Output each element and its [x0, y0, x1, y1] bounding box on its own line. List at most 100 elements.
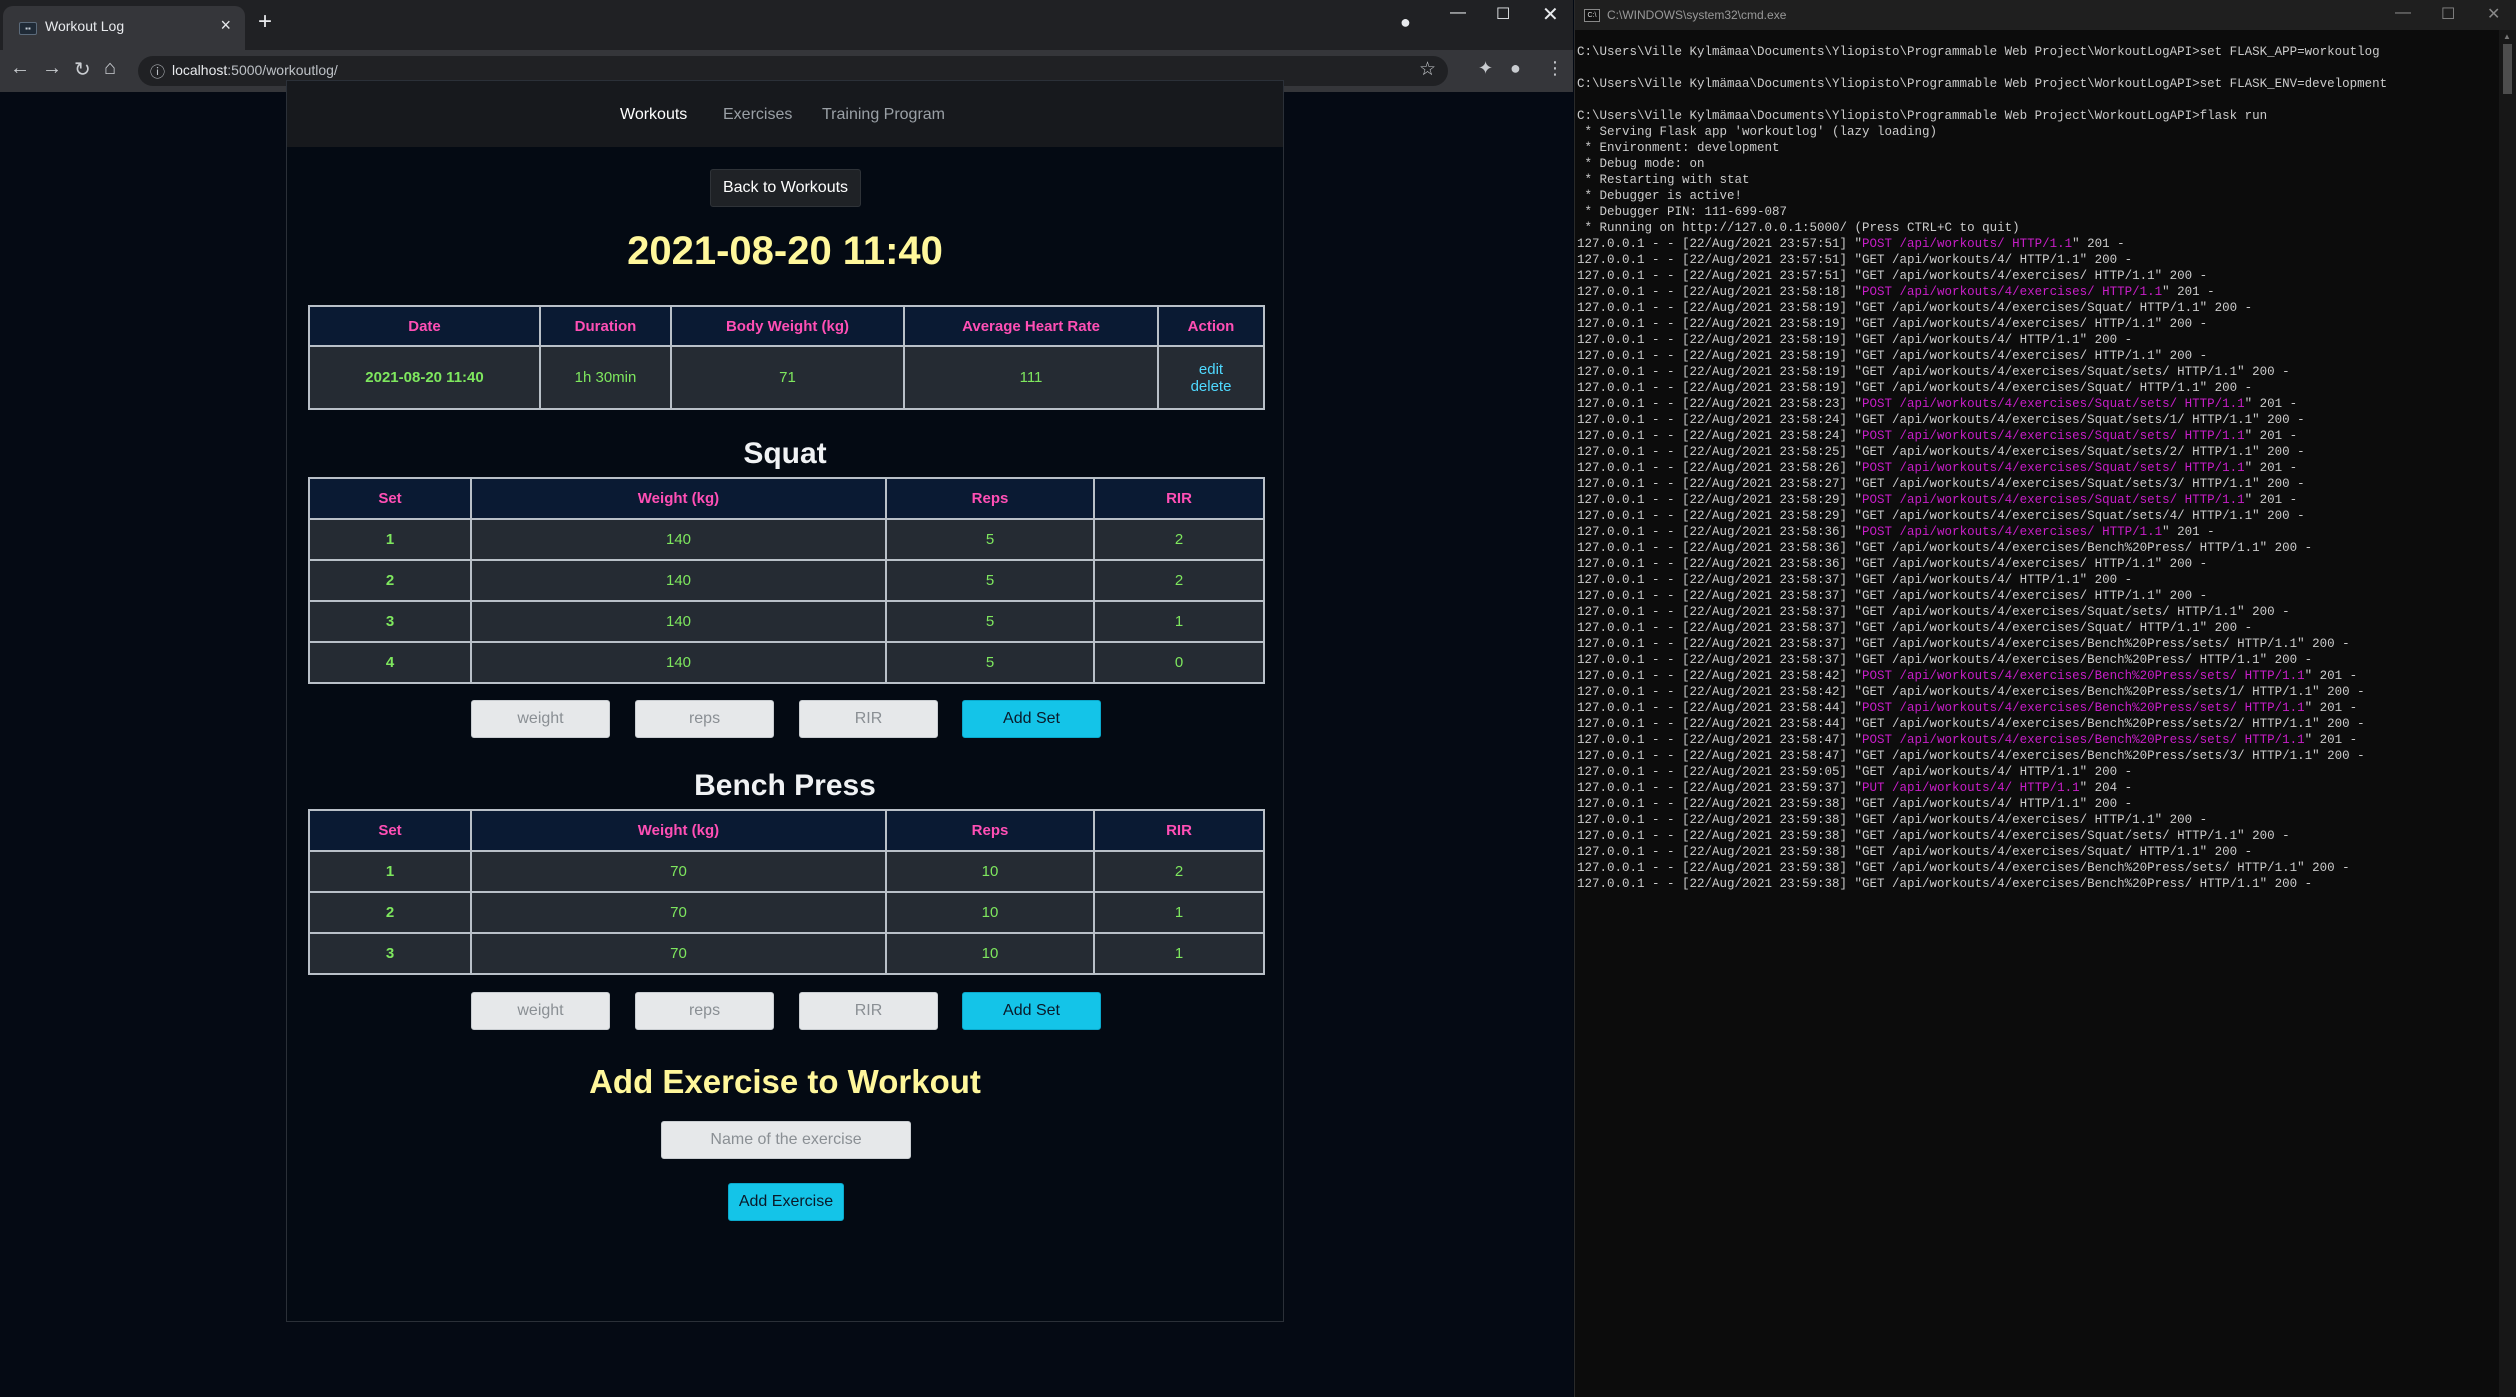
reload-icon[interactable]: ↻	[74, 57, 91, 82]
set-number-cell: 3	[308, 600, 472, 643]
terminal-line: 127.0.0.1 - - [22/Aug/2021 23:58:19] "GE…	[1577, 365, 2290, 379]
header-rir: RIR	[1093, 809, 1265, 852]
extensions-icon[interactable]: ✦	[1478, 58, 1493, 79]
info-icon[interactable]: ⓘ	[150, 61, 165, 82]
header-reps: Reps	[885, 809, 1095, 852]
minimize-icon[interactable]: —	[2395, 4, 2411, 22]
edit-workout-link[interactable]: edit	[1159, 361, 1263, 378]
back-arrow-icon[interactable]: ←	[10, 57, 30, 80]
bookmark-star-icon[interactable]: ☆	[1419, 58, 1436, 81]
terminal-line: 127.0.0.1 - - [22/Aug/2021 23:58:37] "GE…	[1577, 605, 2290, 619]
add-exercise-button[interactable]: Add Exercise	[728, 1183, 844, 1221]
squat-add-set-button[interactable]: Add Set	[962, 700, 1101, 738]
log-request-highlight: POST /api/workouts/ HTTP/1.1	[1862, 237, 2073, 251]
home-icon[interactable]: ⌂	[104, 57, 116, 80]
nav-exercises[interactable]: Exercises	[723, 106, 792, 124]
log-status: " 201 -	[2304, 669, 2358, 683]
tab-favicon-icon: ▪▪	[19, 22, 37, 35]
terminal-line: 127.0.0.1 - - [22/Aug/2021 23:58:29] "PO…	[1577, 492, 2497, 508]
log-prefix: 127.0.0.1 - - [22/Aug/2021 23:58:26] "	[1577, 461, 1863, 475]
squat-rir-input[interactable]	[799, 700, 938, 738]
back-to-workouts-button[interactable]: Back to Workouts	[710, 169, 861, 207]
log-prefix: 127.0.0.1 - - [22/Aug/2021 23:58:47] "	[1577, 733, 1863, 747]
bench-reps-input[interactable]	[635, 992, 774, 1030]
bench-rir-input[interactable]	[799, 992, 938, 1030]
table-row: 3 70 10 1	[308, 932, 1265, 975]
scroll-up-icon[interactable]: ▲	[2503, 32, 2511, 41]
log-request-highlight: POST /api/workouts/4/exercises/Bench%20P…	[1862, 733, 2305, 747]
log-prefix: 127.0.0.1 - - [22/Aug/2021 23:58:23] "	[1577, 397, 1863, 411]
terminal-line: 127.0.0.1 - - [22/Aug/2021 23:59:38] "GE…	[1577, 845, 2253, 859]
bench-weight-input[interactable]	[471, 992, 610, 1030]
terminal-line: 127.0.0.1 - - [22/Aug/2021 23:58:36] "GE…	[1577, 541, 2313, 555]
log-status: " 201 -	[2244, 493, 2298, 507]
terminal-line: * Serving Flask app 'workoutlog' (lazy l…	[1577, 125, 1938, 139]
profile-icon[interactable]: ●	[1510, 58, 1521, 79]
terminal-line: 127.0.0.1 - - [22/Aug/2021 23:58:37] "GE…	[1577, 589, 2208, 603]
cmd-window: C:\ C:\WINDOWS\system32\cmd.exe — ☐ ✕ C:…	[1574, 0, 2516, 1397]
terminal-line: 127.0.0.1 - - [22/Aug/2021 23:58:37] "GE…	[1577, 573, 2133, 587]
duration-cell: 1h 30min	[539, 345, 672, 410]
cmd-title-bar: C:\ C:\WINDOWS\system32\cmd.exe — ☐ ✕	[1575, 0, 2516, 30]
maximize-icon[interactable]: ☐	[1496, 4, 1510, 24]
new-tab-icon[interactable]: +	[258, 8, 272, 36]
log-status: " 201 -	[2244, 461, 2298, 475]
table-row: 2021-08-20 11:40 1h 30min 71 111 edit de…	[308, 345, 1265, 410]
log-request-highlight: POST /api/workouts/4/exercises/Bench%20P…	[1862, 701, 2305, 715]
log-request-highlight: POST /api/workouts/4/exercises/ HTTP/1.1	[1862, 525, 2163, 539]
close-window-icon[interactable]: ✕	[1542, 2, 1559, 27]
nav-workouts[interactable]: Workouts	[620, 106, 687, 124]
log-prefix: 127.0.0.1 - - [22/Aug/2021 23:58:44] "	[1577, 701, 1863, 715]
reps-cell: 5	[885, 518, 1095, 561]
cmd-scrollbar[interactable]: ▲	[2499, 30, 2516, 1397]
reps-cell: 10	[885, 891, 1095, 934]
tab-strip: ▪▪ Workout Log × + ● — ☐ ✕	[0, 0, 1573, 50]
log-status: " 201 -	[2244, 397, 2298, 411]
log-prefix: 127.0.0.1 - - [22/Aug/2021 23:58:18] "	[1577, 285, 1863, 299]
squat-reps-input[interactable]	[635, 700, 774, 738]
maximize-icon[interactable]: ☐	[2441, 4, 2455, 24]
action-cell: edit delete	[1157, 345, 1265, 410]
squat-weight-input[interactable]	[471, 700, 610, 738]
table-row: 4 140 5 0	[308, 641, 1265, 684]
header-date: Date	[308, 305, 541, 347]
terminal-line: 127.0.0.1 - - [22/Aug/2021 23:58:19] "GE…	[1577, 317, 2208, 331]
header-body-weight: Body Weight (kg)	[670, 305, 905, 347]
terminal-line: 127.0.0.1 - - [22/Aug/2021 23:58:36] "PO…	[1577, 524, 2497, 540]
browser-tab[interactable]: ▪▪ Workout Log ×	[3, 6, 245, 50]
forward-arrow-icon[interactable]: →	[42, 57, 62, 80]
delete-workout-link[interactable]: delete	[1159, 378, 1263, 395]
header-action: Action	[1157, 305, 1265, 347]
close-window-icon[interactable]: ✕	[2487, 4, 2500, 24]
exercise-name-input[interactable]	[661, 1121, 911, 1159]
nav-training-program[interactable]: Training Program	[822, 106, 945, 124]
menu-kebab-icon[interactable]: ⋮	[1546, 58, 1564, 79]
rir-cell: 1	[1093, 932, 1265, 975]
terminal-line: 127.0.0.1 - - [22/Aug/2021 23:58:18] "PO…	[1577, 284, 2497, 300]
reps-cell: 5	[885, 559, 1095, 602]
log-request-highlight: PUT /api/workouts/4/ HTTP/1.1	[1862, 781, 2080, 795]
log-request-highlight: POST /api/workouts/4/exercises/Bench%20P…	[1862, 669, 2305, 683]
terminal-line: 127.0.0.1 - - [22/Aug/2021 23:58:37] "GE…	[1577, 637, 2350, 651]
terminal-line: 127.0.0.1 - - [22/Aug/2021 23:59:37] "PU…	[1577, 780, 2497, 796]
terminal-line: 127.0.0.1 - - [22/Aug/2021 23:58:37] "GE…	[1577, 621, 2253, 635]
rir-cell: 1	[1093, 600, 1265, 643]
workout-summary-table: Date Duration Body Weight (kg) Average H…	[308, 305, 1265, 410]
reps-cell: 5	[885, 641, 1095, 684]
terminal-line: 127.0.0.1 - - [22/Aug/2021 23:58:19] "GE…	[1577, 301, 2253, 315]
terminal-line: 127.0.0.1 - - [22/Aug/2021 23:58:47] "PO…	[1577, 732, 2497, 748]
terminal-line: 127.0.0.1 - - [22/Aug/2021 23:58:25] "GE…	[1577, 445, 2305, 459]
close-tab-icon[interactable]: ×	[220, 15, 231, 36]
profile-badge-icon[interactable]: ●	[1400, 12, 1411, 33]
terminal-line: 127.0.0.1 - - [22/Aug/2021 23:59:38] "GE…	[1577, 813, 2208, 827]
set-number-cell: 1	[308, 518, 472, 561]
bench-add-set-button[interactable]: Add Set	[962, 992, 1101, 1030]
terminal-line: 127.0.0.1 - - [22/Aug/2021 23:57:51] "GE…	[1577, 269, 2208, 283]
header-set: Set	[308, 477, 472, 520]
bench-press-sets-table: Set Weight (kg) Reps RIR 1 70 10 2 2 70 …	[308, 809, 1265, 975]
reps-cell: 10	[885, 932, 1095, 975]
table-header-row: Set Weight (kg) Reps RIR	[308, 809, 1265, 852]
scrollbar-thumb[interactable]	[2503, 44, 2512, 94]
minimize-icon[interactable]: —	[1450, 4, 1466, 22]
